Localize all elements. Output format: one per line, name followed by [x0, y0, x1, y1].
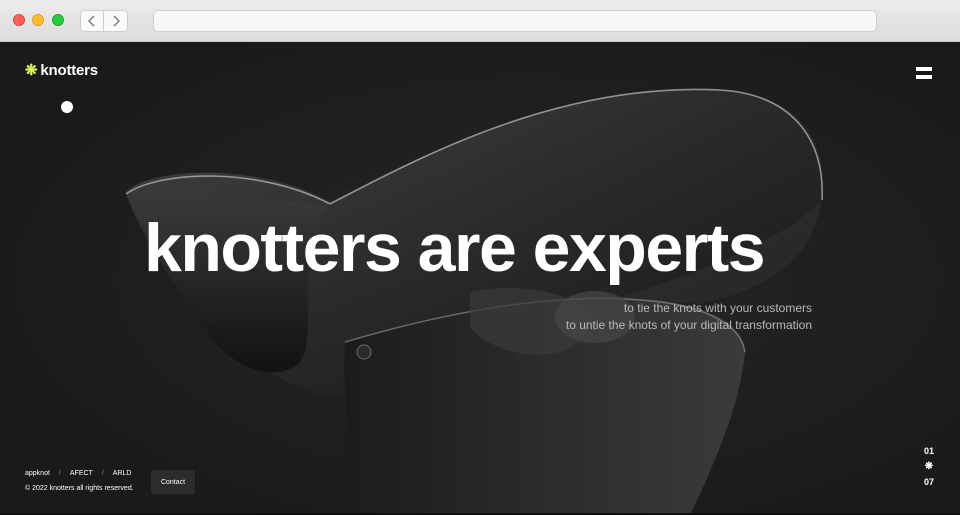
slide-pager: 01 ❋ 07 — [918, 447, 940, 487]
partner-separator: / — [101, 470, 104, 477]
hamburger-menu-icon[interactable] — [916, 67, 932, 81]
partner-link-appknot[interactable]: appknot — [25, 470, 50, 477]
pager-total: 07 — [923, 477, 934, 487]
partner-link-arld[interactable]: ARLD — [113, 470, 132, 477]
partner-separator: / — [58, 470, 61, 477]
hero-section: ❋ knotters knotters are experts to tie t… — [0, 42, 960, 515]
pager-current: 01 — [923, 446, 934, 456]
cursor-dot — [61, 101, 73, 113]
brand-logo[interactable]: ❋ knotters — [25, 62, 98, 79]
asterisk-divider-icon: ❋ — [924, 461, 934, 472]
partner-links: appknot / AFECT / ARLD — [25, 470, 131, 477]
brand-name: knotters — [40, 62, 98, 79]
contact-button[interactable]: Contact — [151, 470, 195, 494]
hero-title: knotters are experts — [144, 210, 766, 286]
back-button[interactable] — [80, 10, 104, 32]
copyright-text: © 2022 knotters all rights reserved. — [25, 485, 134, 492]
hero-subtitle-line-2: to untie the knots of your digital trans… — [565, 318, 812, 332]
maximize-window-button[interactable] — [52, 14, 64, 26]
chevron-left-icon — [88, 15, 95, 27]
asterisk-logo-icon: ❋ — [25, 62, 38, 79]
chevron-right-icon — [113, 15, 120, 27]
minimize-window-button[interactable] — [32, 14, 44, 26]
hero-subtitle-line-1: to tie the knots with your customers — [623, 301, 812, 315]
browser-toolbar — [0, 0, 960, 42]
close-window-button[interactable] — [13, 14, 25, 26]
address-bar[interactable] — [153, 10, 877, 32]
partner-link-afect[interactable]: AFECT — [70, 470, 93, 477]
forward-button[interactable] — [104, 10, 128, 32]
